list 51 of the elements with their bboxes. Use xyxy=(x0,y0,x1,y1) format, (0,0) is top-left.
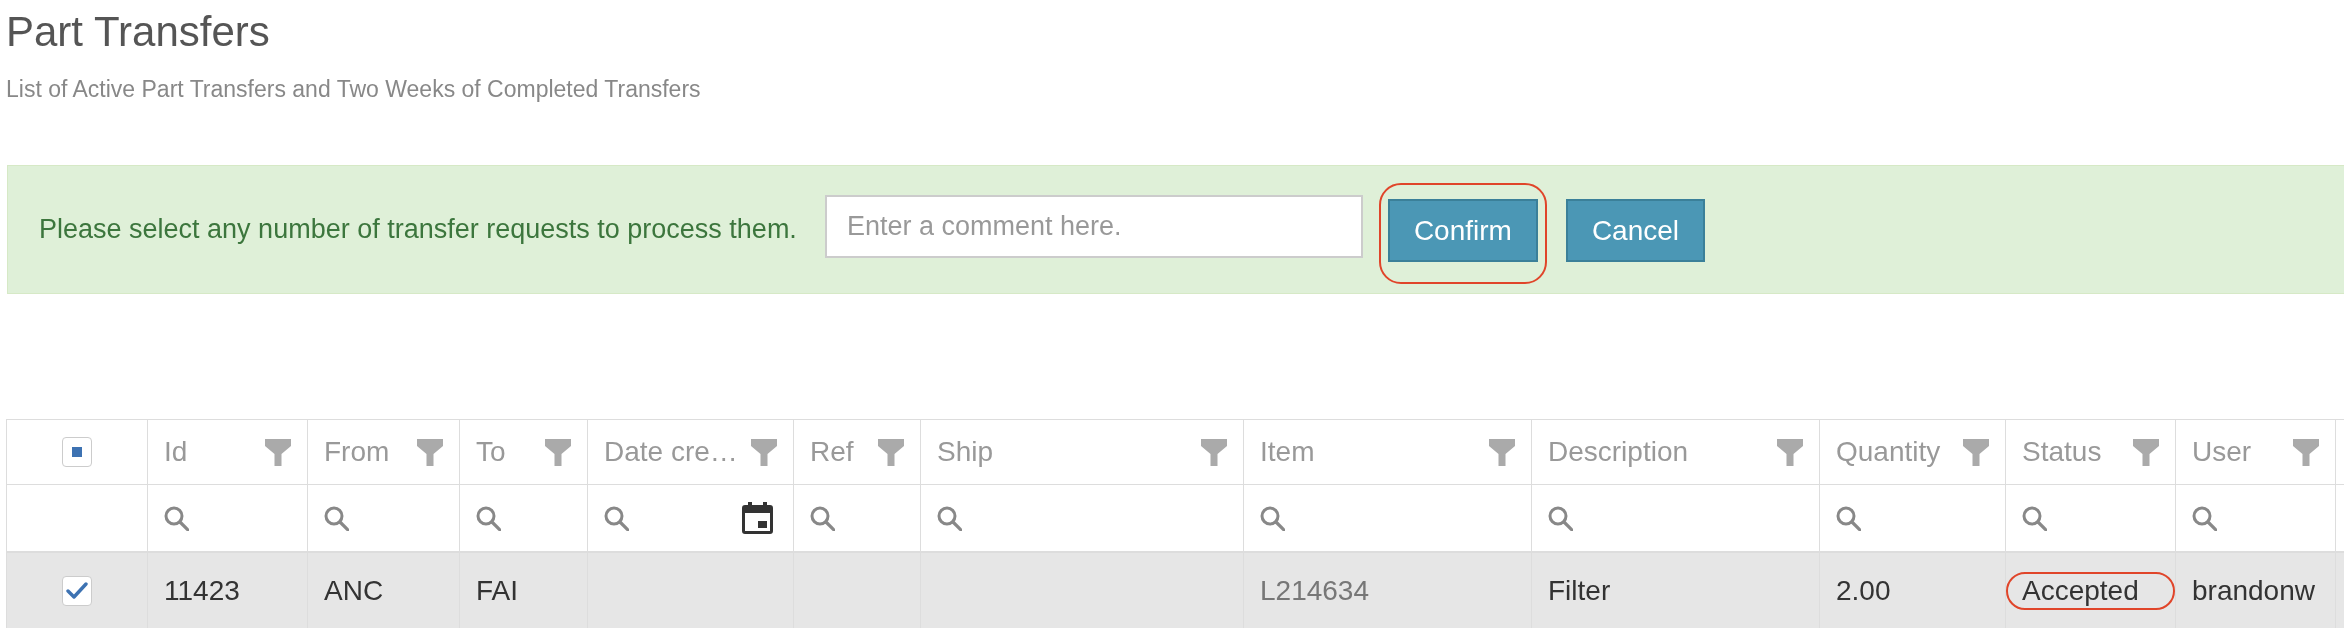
filter-icon[interactable] xyxy=(1963,438,1989,466)
column-header[interactable]: Description xyxy=(1548,431,1689,473)
search-icon xyxy=(324,505,349,531)
search-icon xyxy=(2022,505,2047,531)
column-header[interactable]: User xyxy=(2192,431,2252,473)
column-header[interactable]: Ref xyxy=(810,431,854,473)
comment-field[interactable]: Enter a comment here. xyxy=(824,195,1363,258)
table-cell[interactable]: L214634 xyxy=(1260,570,1369,612)
filter-icon[interactable] xyxy=(265,438,291,466)
row-checkbox[interactable] xyxy=(62,576,92,606)
filter-icon[interactable] xyxy=(2293,438,2319,466)
column-header[interactable]: Quantity xyxy=(1836,431,1941,473)
table-cell-text: ANC xyxy=(324,574,384,608)
calendar-icon[interactable] xyxy=(742,502,773,534)
search-icon xyxy=(810,505,835,531)
search-icon xyxy=(937,505,962,531)
action-button[interactable]: Confirm xyxy=(1387,199,1538,262)
search-icon xyxy=(2192,505,2217,531)
search-icon xyxy=(1548,505,1573,531)
filter-icon[interactable] xyxy=(545,438,571,466)
table-cell-text: 2.00 xyxy=(1836,574,1891,608)
filter-icon[interactable] xyxy=(878,438,904,466)
column-header[interactable]: Status xyxy=(2022,431,2102,473)
column-header[interactable]: From xyxy=(324,431,390,473)
filter-icon[interactable] xyxy=(2133,438,2159,466)
action-button[interactable]: Cancel xyxy=(1565,199,1706,262)
search-icon xyxy=(476,505,501,531)
filter-icon[interactable] xyxy=(1777,438,1803,466)
table-cell-text: FAI xyxy=(476,574,518,608)
column-header[interactable]: Ship xyxy=(937,431,994,473)
column-header[interactable]: Id xyxy=(164,431,188,473)
table-row[interactable]: 11423 ANC FAI L214634 Filter 2.00 Accepted brandonw xyxy=(6,553,2344,628)
filter-icon[interactable] xyxy=(751,438,777,466)
table-cell-text: Accepted xyxy=(2022,574,2139,608)
search-icon xyxy=(1836,505,1861,531)
filter-icon[interactable] xyxy=(1489,438,1515,466)
filter-icon[interactable] xyxy=(1201,438,1227,466)
table-cell-text: Filter xyxy=(1548,574,1611,608)
alert-message: Please select any number of transfer requests to process them. xyxy=(39,213,797,247)
filter-icon[interactable] xyxy=(417,438,443,466)
column-header[interactable]: Item xyxy=(1260,431,1315,473)
select-all-checkbox[interactable] xyxy=(62,437,92,467)
search-icon xyxy=(164,505,189,531)
page-subtitle: List of Active Part Transfers and Two Weeks of Completed Transfers xyxy=(6,75,701,103)
table-cell-text: 11423 xyxy=(164,574,240,608)
page-title: Part Transfers xyxy=(6,8,270,56)
column-header[interactable]: Date cre… xyxy=(604,431,738,473)
search-icon xyxy=(1260,505,1285,531)
column-header[interactable]: To xyxy=(476,431,506,473)
search-icon xyxy=(604,505,629,531)
table-cell-text: brandonw xyxy=(2192,574,2315,608)
